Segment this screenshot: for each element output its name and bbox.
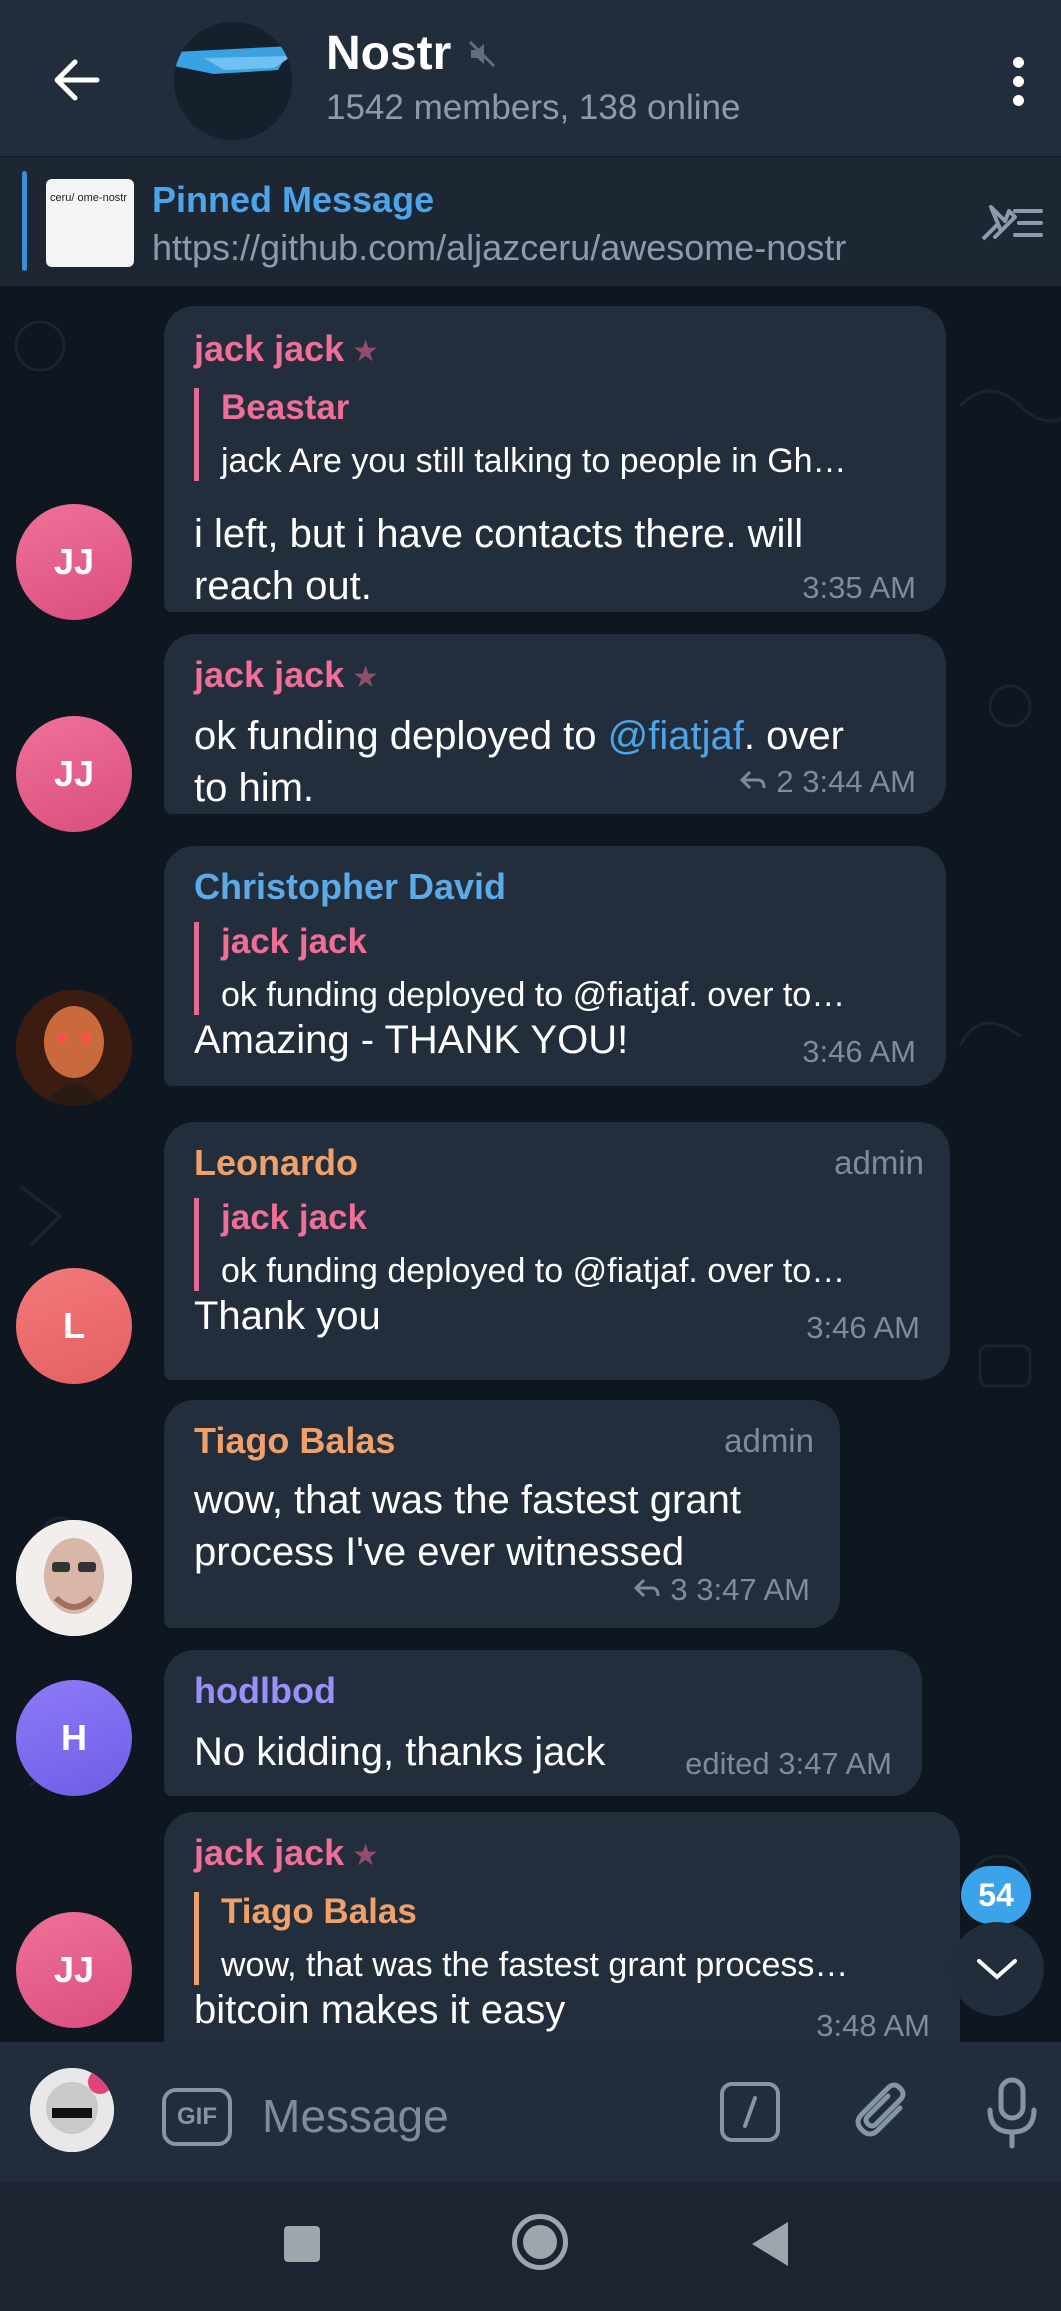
user-avatar-icon — [30, 2068, 114, 2152]
chat-title-text: Nostr — [326, 27, 452, 80]
message-time: 3:46 AM — [806, 1310, 920, 1345]
avatar-photo-icon — [16, 990, 132, 1106]
scroll-down-button[interactable] — [950, 1922, 1044, 2016]
admin-badge: admin — [834, 1144, 924, 1181]
message-input[interactable] — [262, 2078, 682, 2154]
message-time: 3:35 AM — [802, 570, 916, 605]
chat-title[interactable]: Nostr — [326, 26, 497, 81]
message-text: wow, that was the fastest grant process … — [194, 1478, 741, 1574]
message-text: Thank you — [194, 1294, 381, 1338]
reply-arrow-icon — [739, 770, 766, 790]
message-time: 3:48 AM — [816, 2008, 930, 2042]
sender-avatar[interactable]: L — [16, 1268, 132, 1384]
recent-apps-button[interactable] — [284, 2226, 320, 2262]
message-sender[interactable]: Tiago Balas — [194, 1420, 395, 1462]
reply-quote[interactable]: Tiago Balas wow, that was the fastest gr… — [194, 1892, 848, 1985]
slash-icon — [743, 2096, 757, 2128]
chat-header: Nostr 1542 members, 138 online — [0, 0, 1061, 156]
message-sender[interactable]: jack jack ★ — [194, 654, 379, 696]
star-icon: ★ — [352, 661, 380, 694]
chat-member-count: 1542 members, 138 online — [326, 88, 741, 127]
system-back-button[interactable] — [752, 2222, 788, 2266]
message-text: bitcoin makes it easy — [194, 1988, 566, 2032]
more-menu-button[interactable] — [993, 48, 1043, 114]
user-mention-link[interactable]: @fiatjaf — [608, 714, 744, 758]
chevron-down-icon — [977, 1959, 1017, 1980]
message-bubble[interactable]: Tiago Balas admin wow, that was the fast… — [164, 1400, 840, 1628]
sender-avatar[interactable]: H — [16, 1680, 132, 1796]
arrow-left-icon — [54, 59, 100, 101]
message-bubble[interactable]: Leonardo admin jack jack ok funding depl… — [164, 1122, 950, 1380]
pinned-message-bar[interactable]: ceru/ ome-nostr Pinned Message https://g… — [0, 156, 1061, 286]
reply-sender: jack jack — [221, 1198, 367, 1237]
star-icon: ★ — [352, 335, 380, 368]
star-icon: ★ — [352, 1839, 380, 1872]
reply-text: ok funding deployed to @fiatjaf. over to… — [221, 976, 846, 1014]
reply-count: 3 — [670, 1572, 688, 1607]
message-text: i left, but i have contacts there. will … — [194, 512, 804, 608]
reply-sender: jack jack — [221, 922, 367, 961]
admin-badge: admin — [724, 1422, 814, 1459]
pinned-thumbnail-text: ceru/ ome-nostr — [50, 192, 128, 204]
gif-button[interactable]: GIF — [162, 2088, 232, 2146]
pinned-thumbnail: ceru/ ome-nostr — [46, 179, 134, 267]
sender-avatar-photo[interactable] — [16, 1520, 132, 1636]
message-time: 3:44 AM — [802, 764, 916, 799]
pinned-title: Pinned Message — [152, 179, 435, 220]
reply-text: ok funding deployed to @fiatjaf. over to… — [221, 1252, 846, 1290]
sender-avatar[interactable]: JJ — [16, 1912, 132, 2028]
reply-quote[interactable]: Beastar jack Are you still talking to pe… — [194, 388, 847, 481]
paperclip-icon[interactable] — [850, 2078, 916, 2148]
reply-quote[interactable]: jack jack ok funding deployed to @fiatja… — [194, 1198, 845, 1291]
message-time: 3:46 AM — [802, 1034, 916, 1069]
bot-command-button[interactable] — [720, 2082, 780, 2142]
message-list[interactable]: jack jack ★ Beastar jack Are you still ta… — [0, 286, 1061, 2042]
back-button[interactable] — [40, 45, 112, 115]
unpin-icon[interactable] — [975, 197, 1045, 247]
reply-arrow-icon — [633, 1578, 660, 1598]
message-composer: GIF — [0, 2042, 1061, 2182]
microphone-icon[interactable] — [982, 2076, 1042, 2150]
sender-avatar-photo[interactable] — [16, 990, 132, 1106]
reply-quote[interactable]: jack jack ok funding deployed to @fiatja… — [194, 922, 845, 1015]
message-bubble[interactable]: jack jack ★ Tiago Balas wow, that was the… — [164, 1812, 960, 2042]
sender-avatar[interactable]: JJ — [16, 716, 132, 832]
reply-text: jack Are you still talking to people in … — [221, 442, 847, 480]
send-as-avatar[interactable] — [30, 2068, 114, 2152]
message-sender[interactable]: Christopher David — [194, 866, 506, 908]
avatar-photo-icon — [16, 1520, 132, 1636]
message-bubble[interactable]: jack jack ★ Beastar jack Are you still ta… — [164, 306, 946, 612]
message-meta[interactable]: 3 3:47 AM — [632, 1572, 810, 1608]
message-text: No kidding, thanks jack — [194, 1730, 606, 1774]
system-navigation-bar — [0, 2182, 1061, 2311]
reply-count: 2 — [776, 764, 794, 799]
telegram-chat-screen: Nostr 1542 members, 138 online ceru/ ome… — [0, 0, 1061, 2311]
dot-icon — [1012, 94, 1024, 106]
group-logo-icon — [174, 22, 292, 140]
message-time: 3:47 AM — [696, 1572, 810, 1607]
pinned-indicator — [22, 171, 27, 271]
message-bubble[interactable]: hodlbod No kidding, thanks jack edited 3… — [164, 1650, 922, 1796]
home-button[interactable] — [512, 2214, 568, 2270]
message-bubble[interactable]: Christopher David jack jack ok funding d… — [164, 846, 946, 1086]
message-sender[interactable]: Leonardo — [194, 1142, 358, 1184]
reply-text: wow, that was the fastest grant process… — [221, 1946, 849, 1984]
muted-icon — [469, 40, 496, 67]
message-sender[interactable]: hodlbod — [194, 1670, 336, 1712]
sender-avatar[interactable]: JJ — [16, 504, 132, 620]
message-sender[interactable]: jack jack ★ — [194, 328, 379, 370]
group-avatar[interactable] — [174, 22, 292, 140]
message-text: Amazing - THANK YOU! — [194, 1018, 629, 1062]
dot-icon — [1012, 75, 1024, 87]
reply-sender: Beastar — [221, 388, 350, 427]
pinned-text: https://github.com/aljazceru/awesome-nos… — [152, 227, 847, 268]
message-sender[interactable]: jack jack ★ — [194, 1832, 379, 1874]
message-bubble[interactable]: jack jack ★ ok funding deployed to @fiatj… — [164, 634, 946, 814]
message-meta[interactable]: 2 3:44 AM — [738, 764, 916, 800]
unread-count-badge[interactable]: 54 — [961, 1866, 1031, 1924]
message-time: edited 3:47 AM — [685, 1746, 892, 1781]
home-circle-icon — [523, 2225, 557, 2259]
dot-icon — [1012, 56, 1024, 68]
reply-sender: Tiago Balas — [221, 1892, 417, 1931]
